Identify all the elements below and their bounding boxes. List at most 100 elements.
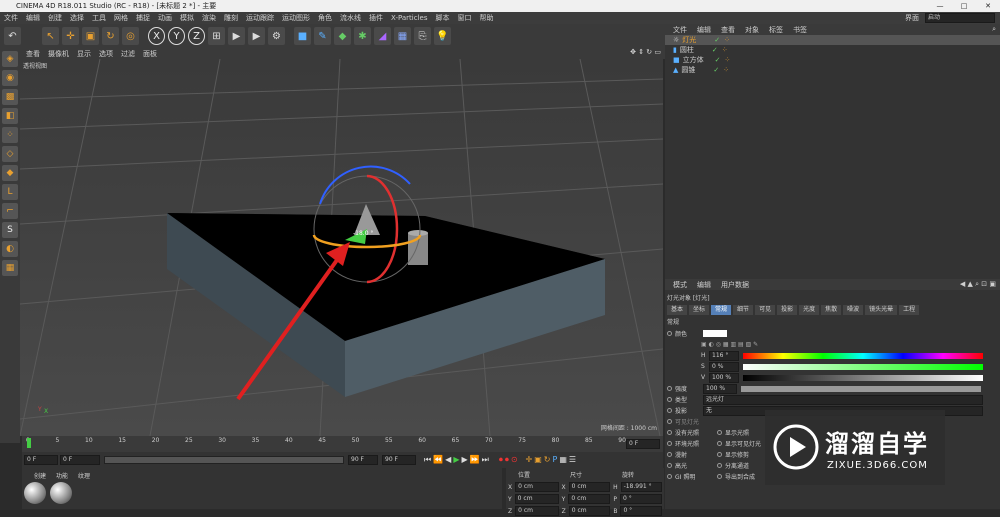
obj-menu-bookmarks[interactable]: 书签 bbox=[793, 25, 807, 35]
tab-noise[interactable]: 噪波 bbox=[843, 305, 864, 315]
rotation-p-field[interactable]: 0 ° bbox=[619, 494, 662, 504]
obj-menu-file[interactable]: 文件 bbox=[673, 25, 687, 35]
object-row-cylinder[interactable]: ▮ 圆柱 ✓ ⁘ bbox=[665, 45, 1000, 55]
menu-help[interactable]: 帮助 bbox=[479, 13, 493, 23]
value-field[interactable]: 100 % bbox=[709, 372, 739, 383]
animate-dot-icon[interactable] bbox=[667, 474, 672, 479]
color-swatch[interactable] bbox=[703, 330, 727, 337]
close-icon[interactable]: ✕ bbox=[976, 0, 1000, 12]
rotate-icon[interactable]: ↻ bbox=[102, 27, 119, 45]
saturation-field[interactable]: 0 % bbox=[709, 361, 739, 372]
render-picture-viewer-icon[interactable]: ▶ bbox=[248, 27, 265, 45]
animate-dot-icon[interactable] bbox=[717, 474, 722, 479]
menu-window[interactable]: 窗口 bbox=[457, 13, 471, 23]
goto-start-icon[interactable]: ⏮ bbox=[424, 455, 431, 465]
tab-general[interactable]: 常规 bbox=[711, 305, 732, 315]
object-name[interactable]: 圆锥 bbox=[681, 65, 707, 75]
menu-create[interactable]: 创建 bbox=[48, 13, 62, 23]
record-icon[interactable]: ⏺ bbox=[499, 455, 503, 465]
intensity-slider[interactable] bbox=[741, 385, 981, 392]
mat-menu-function[interactable]: 功能 bbox=[56, 471, 68, 480]
max-frame-field[interactable]: 90 F bbox=[382, 455, 416, 465]
viewport-nav-icon[interactable]: ✥ ⇕ ↻ ▭ bbox=[630, 48, 661, 56]
vp-menu-options[interactable]: 选项 bbox=[99, 49, 113, 59]
autokey-icon[interactable]: ⏺ bbox=[505, 455, 509, 465]
tab-details[interactable]: 细节 bbox=[733, 305, 754, 315]
vp-menu-display[interactable]: 显示 bbox=[77, 49, 91, 59]
minimize-icon[interactable]: — bbox=[928, 0, 952, 12]
edges-mode-icon[interactable]: ◇ bbox=[2, 146, 18, 162]
timeline[interactable]: 0 5 10 15 20 25 30 35 40 45 50 55 60 65 … bbox=[22, 436, 663, 452]
z-axis-icon[interactable]: Z bbox=[188, 27, 205, 45]
menu-pipeline[interactable]: 流水线 bbox=[340, 13, 361, 23]
grid-icon[interactable]: ▦ bbox=[2, 260, 18, 276]
vp-menu-camera[interactable]: 摄像机 bbox=[48, 49, 69, 59]
visibility-check-icon[interactable]: ✓ bbox=[713, 66, 719, 74]
y-axis-icon[interactable]: Y bbox=[168, 27, 185, 45]
hue-field[interactable]: 116 ° bbox=[709, 350, 739, 361]
texture-mode-icon[interactable]: ▩ bbox=[2, 89, 18, 105]
tab-visible[interactable]: 可见 bbox=[755, 305, 776, 315]
tab-caustics[interactable]: 焦散 bbox=[821, 305, 842, 315]
animate-dot-icon[interactable] bbox=[667, 463, 672, 468]
recent-tool-icon[interactable]: ◎ bbox=[122, 27, 139, 45]
play-icon[interactable]: ▶ bbox=[453, 455, 459, 465]
animate-dot-icon[interactable] bbox=[717, 463, 722, 468]
timeline-icon[interactable]: ☰ bbox=[569, 455, 576, 465]
intensity-field[interactable]: 100 % bbox=[703, 383, 737, 394]
search-icon[interactable]: ⌕ bbox=[992, 25, 996, 34]
playhead[interactable] bbox=[27, 438, 31, 448]
object-name[interactable]: 圆柱 bbox=[680, 45, 706, 55]
animate-dot-icon[interactable] bbox=[667, 430, 672, 435]
checkbox-row[interactable]: 高光 bbox=[665, 460, 715, 471]
tab-shadow[interactable]: 投影 bbox=[777, 305, 798, 315]
position-y-field[interactable]: 0 cm bbox=[514, 494, 559, 504]
keyframe-selection-icon[interactable]: ⊙ bbox=[511, 455, 518, 465]
maximize-icon[interactable]: □ bbox=[952, 0, 976, 12]
coordinate-system-icon[interactable]: ⊞ bbox=[208, 27, 225, 45]
menu-script[interactable]: 脚本 bbox=[435, 13, 449, 23]
menu-snap[interactable]: 捕捉 bbox=[136, 13, 150, 23]
tab-photometric[interactable]: 光度 bbox=[799, 305, 820, 315]
light-icon[interactable]: 💡 bbox=[434, 27, 451, 45]
next-frame-icon[interactable]: ▶ bbox=[461, 455, 467, 465]
menu-file[interactable]: 文件 bbox=[4, 13, 18, 23]
undo-icon[interactable]: ↶ bbox=[4, 27, 21, 45]
goto-end-icon[interactable]: ⏭ bbox=[482, 455, 489, 465]
current-frame-field[interactable]: 0 F bbox=[60, 455, 100, 465]
menu-edit[interactable]: 编辑 bbox=[26, 13, 40, 23]
menu-animate[interactable]: 动画 bbox=[158, 13, 172, 23]
snap-icon[interactable]: S bbox=[2, 222, 18, 238]
size-z-field[interactable]: 0 cm bbox=[568, 506, 611, 516]
animate-dot-icon[interactable] bbox=[717, 441, 722, 446]
nav-arrows-icon[interactable]: ◀ ▲ ⌕ ⊡ ▣ bbox=[960, 280, 996, 289]
checkbox-row[interactable]: 漫射 bbox=[665, 449, 715, 460]
value-slider[interactable] bbox=[743, 374, 983, 381]
rotation-b-field[interactable]: 0 ° bbox=[620, 506, 662, 516]
prev-frame-icon[interactable]: ◀ bbox=[445, 455, 451, 465]
animate-dot-icon[interactable] bbox=[667, 331, 672, 336]
tab-project[interactable]: 工程 bbox=[899, 305, 920, 315]
vp-menu-filter[interactable]: 过滤 bbox=[121, 49, 135, 59]
tag-icon[interactable]: ⁘ bbox=[723, 66, 729, 74]
render-settings-icon[interactable]: ⚙ bbox=[268, 27, 285, 45]
frame-range-slider[interactable] bbox=[104, 456, 344, 464]
menu-motion-tracking[interactable]: 运动跟踪 bbox=[246, 13, 274, 23]
subdivision-icon[interactable]: ◆ bbox=[334, 27, 351, 45]
cube-icon[interactable]: ■ bbox=[294, 27, 311, 45]
object-row-light[interactable]: ☼ 灯光 ✓ ⁘ bbox=[665, 35, 1000, 45]
checkbox-row[interactable]: 环境光照 bbox=[665, 438, 715, 449]
tweak-icon[interactable]: ⌐ bbox=[2, 203, 18, 219]
size-x-field[interactable]: 0 cm bbox=[568, 482, 611, 492]
hue-slider[interactable] bbox=[743, 352, 983, 359]
move-icon[interactable]: ✛ bbox=[62, 27, 79, 45]
layout-select[interactable]: 启动 bbox=[925, 13, 995, 23]
min-frame-field[interactable]: 90 F bbox=[348, 455, 378, 465]
menu-x-particles[interactable]: X-Particles bbox=[391, 14, 427, 22]
saturation-slider[interactable] bbox=[743, 363, 983, 370]
checkbox-row[interactable]: 没有光照 bbox=[665, 427, 715, 438]
animate-dot-icon[interactable] bbox=[667, 419, 672, 424]
viewport-scene[interactable]: -18.0 ° Y X bbox=[20, 59, 663, 436]
obj-menu-edit[interactable]: 编辑 bbox=[697, 25, 711, 35]
render-view-icon[interactable]: ▶ bbox=[228, 27, 245, 45]
